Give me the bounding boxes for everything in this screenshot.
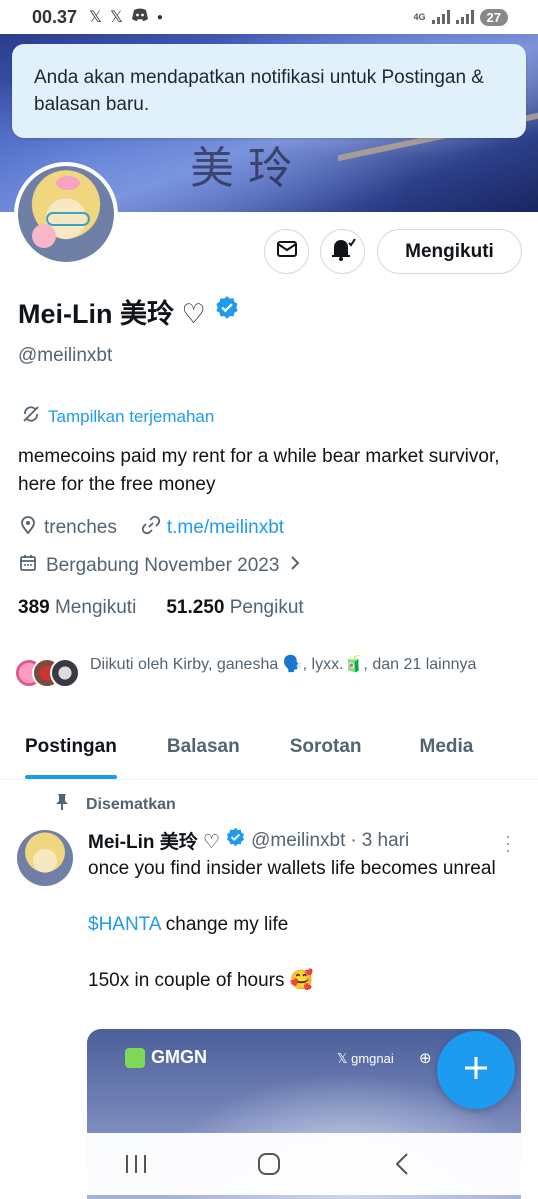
followed-by-row[interactable]: Diikuti oleh Kirby, ganesha 🗣️, lyxx.🧃, … — [14, 652, 500, 688]
location-pin-icon — [18, 515, 38, 541]
tab-sorotan[interactable]: Sorotan — [290, 722, 362, 779]
x-notification-icon: 𝕏 — [89, 9, 102, 26]
profile-name-row: Mei-Lin 美玲 ♡ — [18, 292, 240, 331]
show-translation-link[interactable]: Tampilkan terjemahan — [22, 405, 214, 428]
followed-by-text: Diikuti oleh Kirby, ganesha 🗣️, lyxx.🧃, … — [90, 656, 477, 673]
banner-calligraphy-decoration: 美 玲 — [190, 143, 292, 194]
tweet-text: once you find insider wallets life becom… — [88, 858, 496, 991]
more-notifications-dot-icon: ● — [156, 11, 163, 23]
verified-badge-icon — [225, 827, 246, 854]
cashtag-link[interactable]: $HANTA — [88, 914, 161, 935]
notifications-button[interactable] — [320, 229, 365, 274]
calendar-icon — [18, 553, 38, 579]
chevron-right-icon — [287, 554, 303, 578]
gmgn-frog-icon — [125, 1047, 145, 1068]
tab-balasan[interactable]: Balasan — [167, 722, 240, 779]
profile-name: Mei-Lin 美玲 ♡ — [18, 299, 206, 329]
tweet-author-avatar[interactable] — [17, 830, 73, 886]
profile-bio: memecoins paid my rent for a while bear … — [18, 446, 500, 495]
show-translation-label: Tampilkan terjemahan — [48, 406, 215, 426]
tweet-header: Mei-Lin 美玲 ♡ @meilinxbt · 3 hari — [88, 827, 409, 854]
tweet-more-options-icon[interactable]: · · · — [505, 827, 511, 859]
x-notification-icon: 𝕏 — [109, 9, 123, 26]
compose-post-button[interactable] — [437, 1031, 515, 1109]
message-button[interactable] — [264, 229, 309, 274]
profile-location: trenches — [44, 517, 117, 538]
status-bar: 00.37 𝕏 𝕏 ● 4G 27 — [0, 0, 538, 34]
pinned-label: Disematkan — [86, 795, 176, 813]
globe-icon: ⊕ — [419, 1050, 432, 1067]
mutual-followers-avatars — [14, 658, 82, 688]
android-nav-bar — [0, 1133, 538, 1195]
profile-handle: @meilinxbt — [18, 345, 113, 366]
tweet-time[interactable]: 3 hari — [362, 830, 410, 852]
home-button[interactable] — [249, 1144, 289, 1184]
recent-apps-button[interactable] — [116, 1144, 156, 1184]
followers-stat[interactable]: 51.250 Pengikut — [166, 597, 303, 619]
plus-icon — [462, 1054, 490, 1087]
following-button[interactable]: Mengikuti — [377, 229, 522, 274]
pin-icon — [54, 793, 70, 816]
bell-check-icon — [329, 236, 357, 267]
profile-meta-row: trenches t.me/meilinxbt — [18, 515, 284, 541]
discord-notification-icon — [131, 8, 149, 27]
follow-stats: 389 Mengikuti 51.250 Pengikut — [18, 597, 304, 619]
tab-media[interactable]: Media — [420, 722, 474, 779]
following-stat[interactable]: 389 Mengikuti — [18, 597, 136, 619]
joined-date-row[interactable]: Bergabung November 2023 — [18, 553, 303, 579]
network-4g-icon: 4G — [413, 11, 426, 22]
profile-avatar[interactable] — [14, 162, 118, 266]
battery-indicator: 27 — [479, 8, 508, 26]
media-x-handle: 𝕏 gmgnai — [337, 1051, 394, 1066]
verified-badge-icon[interactable] — [214, 295, 240, 328]
tweet-author-name[interactable]: Mei-Lin 美玲 ♡ — [88, 827, 220, 854]
translate-icon — [22, 405, 40, 428]
signal-icon — [431, 10, 450, 24]
gmgn-logo: GMGN — [125, 1047, 207, 1068]
tab-postingan[interactable]: Postingan — [25, 722, 117, 779]
back-button[interactable] — [382, 1144, 422, 1184]
notification-toast: Anda akan mendapatkan notifikasi untuk P… — [12, 44, 526, 138]
joined-date: Bergabung November 2023 — [46, 555, 280, 576]
pinned-label-row: Disematkan — [54, 793, 176, 816]
status-time: 00.37 — [32, 6, 78, 27]
link-icon — [141, 515, 161, 541]
profile-link[interactable]: t.me/meilinxbt — [167, 517, 284, 539]
active-tab-indicator — [25, 775, 117, 779]
tweet-author-handle: @meilinxbt — [251, 829, 346, 851]
profile-tabs: Postingan Balasan Sorotan Media — [0, 722, 538, 780]
avatar — [50, 658, 80, 688]
envelope-icon — [275, 237, 299, 266]
signal-icon — [455, 10, 474, 24]
